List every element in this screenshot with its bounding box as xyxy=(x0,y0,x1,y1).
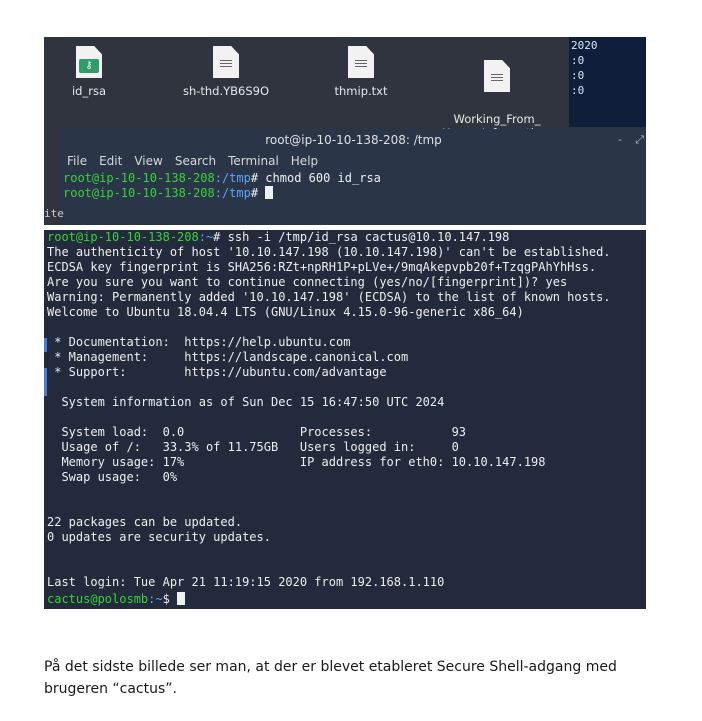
terminal-line: cactus@polosmb:~$ xyxy=(47,592,186,607)
prompt-user: cactus@polosmb xyxy=(47,592,149,606)
terminal-line: * Support: https://ubuntu.com/advantage xyxy=(47,365,387,379)
terminal-line: Usage of /: 33.3% of 11.75GB Users logge… xyxy=(47,440,459,454)
minimize-button[interactable]: - xyxy=(618,129,622,151)
menu-edit[interactable]: Edit xyxy=(99,151,122,171)
menu-file[interactable]: File xyxy=(67,151,87,171)
desktop-icon-label: sh-thd.YB6S9O xyxy=(182,84,270,98)
left-edge-text: ite xyxy=(44,207,64,220)
prompt-symbol: $ xyxy=(162,592,170,606)
terminal-line: System load: 0.0 Processes: 93 xyxy=(47,425,467,439)
bg-terminal-line: :0 xyxy=(571,54,585,67)
desktop-screenshot: ⚷ id_rsa sh-thd.YB6S9O thmip.txt Working… xyxy=(44,37,646,225)
terminal-line: Warning: Permanently added '10.10.147.19… xyxy=(47,290,611,304)
maximize-button[interactable]: ⤢ xyxy=(635,129,644,151)
text-file-icon xyxy=(348,46,374,78)
text-file-icon xyxy=(484,60,510,92)
prompt-symbol: # xyxy=(250,171,259,185)
terminal-line: The authenticity of host '10.10.147.198 … xyxy=(47,245,611,259)
prompt-path: :~ xyxy=(198,230,214,244)
prompt-user: root@ip-10-10-138-208 xyxy=(63,186,215,200)
terminal-line: root@ip-10-10-138-208:/tmp# chmod 600 id… xyxy=(63,171,646,186)
bg-terminal-line: :0 xyxy=(571,69,585,82)
terminal-output[interactable]: root@ip-10-10-138-208:/tmp# chmod 600 id… xyxy=(61,171,646,201)
menu-view[interactable]: View xyxy=(134,151,162,171)
terminal-line: Last login: Tue Apr 21 11:19:15 2020 fro… xyxy=(47,575,445,589)
bg-terminal-line: :0 xyxy=(571,84,585,97)
desktop-icon-label: id_rsa xyxy=(71,84,106,98)
background-terminal-fragment: 2020 :0 :0 :0 xyxy=(569,37,646,127)
terminal-titlebar: root@ip-10-10-138-208: /tmp - ⤢ xyxy=(61,129,646,151)
key-file-icon: ⚷ xyxy=(76,46,102,78)
terminal-line: * Management: https://landscape.canonica… xyxy=(47,350,409,364)
terminal-line: Are you sure you want to continue connec… xyxy=(47,275,568,289)
terminal-line: 22 packages can be updated. xyxy=(47,515,243,529)
caption-paragraph: På det sidste billede ser man, at der er… xyxy=(44,659,617,697)
menu-terminal[interactable]: Terminal xyxy=(228,151,279,171)
terminal-line: System information as of Sun Dec 15 16:4… xyxy=(47,395,445,409)
terminal-line: Swap usage: 0% xyxy=(47,470,178,484)
prompt-path: :/tmp xyxy=(214,171,251,185)
terminal-menubar: File Edit View Search Terminal Help xyxy=(61,151,646,171)
command-text: chmod 600 id_rsa xyxy=(258,171,381,185)
command-text: # ssh -i /tmp/id_rsa cactus@10.10.147.19… xyxy=(213,230,510,244)
desktop-icon-label: thmip.txt xyxy=(334,84,388,98)
terminal-line: ECDSA key fingerprint is SHA256:RZt+npRH… xyxy=(47,260,597,274)
menu-search[interactable]: Search xyxy=(175,151,216,171)
prompt-path: :~ xyxy=(148,592,163,606)
terminal-window[interactable]: root@ip-10-10-138-208: /tmp - ⤢ File Edi… xyxy=(61,129,646,225)
desktop-icon-id-rsa[interactable]: ⚷ id_rsa xyxy=(44,41,144,98)
terminal-line: root@ip-10-10-138-208:~# ssh -i /tmp/id_… xyxy=(47,230,509,245)
terminal-line: 0 updates are security updates. xyxy=(47,530,271,544)
terminal-line: Welcome to Ubuntu 18.04.4 LTS (GNU/Linux… xyxy=(47,305,524,319)
prompt-user: root@ip-10-10-138-208 xyxy=(63,171,215,185)
bg-terminal-line: 2020 xyxy=(571,39,598,52)
menu-help[interactable]: Help xyxy=(291,151,318,171)
desktop-icon-sh-thd[interactable]: sh-thd.YB6S9O xyxy=(171,41,281,98)
text-cursor xyxy=(265,186,274,199)
text-cursor xyxy=(177,592,186,605)
terminal-line: Memory usage: 17% IP address for eth0: 1… xyxy=(47,455,546,469)
text-file-icon xyxy=(213,46,239,78)
prompt-user: root@ip-10-10-138-208 xyxy=(47,230,199,244)
prompt-symbol: # xyxy=(250,186,259,200)
terminal-title: root@ip-10-10-138-208: /tmp xyxy=(265,133,442,147)
prompt-path: :/tmp xyxy=(214,186,251,200)
ssh-terminal-screenshot[interactable]: root@ip-10-10-138-208:~# ssh -i /tmp/id_… xyxy=(44,230,646,609)
terminal-line: * Documentation: https://help.ubuntu.com xyxy=(47,335,351,349)
terminal-line: root@ip-10-10-138-208:/tmp# xyxy=(63,186,646,201)
desktop-icon-thmip[interactable]: thmip.txt xyxy=(306,41,416,98)
